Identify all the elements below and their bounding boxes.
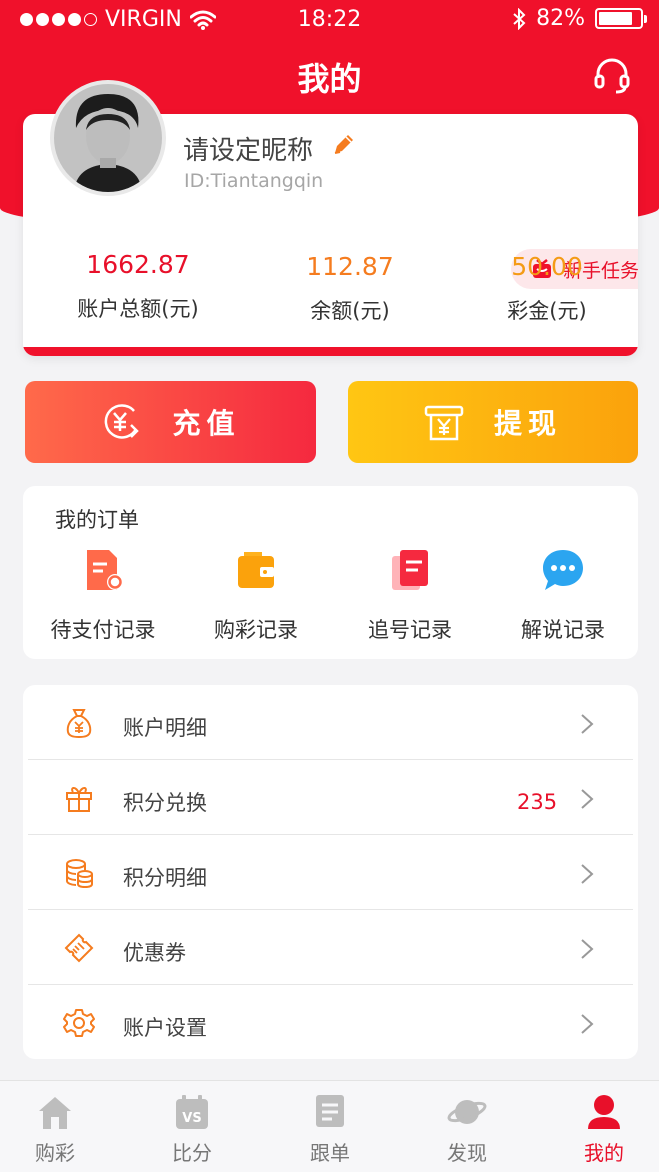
nickname[interactable]: 请设定昵称 [183, 130, 313, 167]
order-commentary-records[interactable]: 解说记录 [488, 546, 638, 644]
chevron-right-icon [581, 864, 594, 884]
card-accent-strip [23, 347, 638, 356]
user-id: ID:Tiantangqin [184, 170, 324, 192]
order-pending-payment[interactable]: 待支付记录 [28, 546, 178, 644]
yuan-coin-icon [105, 404, 140, 439]
tab-mine[interactable]: 我的 [559, 1093, 649, 1166]
orders-title: 我的订单 [55, 508, 139, 532]
avatar[interactable] [50, 80, 166, 196]
user-icon [588, 1095, 620, 1129]
menu-item-label: 积分明细 [123, 866, 207, 890]
gift-icon [66, 787, 92, 812]
order-item-label: 追号记录 [368, 618, 452, 642]
order-item-label: 待支付记录 [50, 618, 156, 642]
tab-label: 我的 [584, 1141, 624, 1165]
menu-item-points-exchange[interactable]: 积分兑换 235 [23, 760, 638, 835]
stat-value: 50.00 [511, 252, 583, 281]
stat-bonus: 50.00 彩金(元) [473, 252, 621, 325]
bluetooth-icon [513, 7, 526, 30]
tab-label: 购彩 [35, 1141, 75, 1165]
menu-list: 账户明细 积分兑换 235 积分明细 优惠券 账户设置 [23, 685, 638, 1059]
vs-calendar-icon: VS [176, 1095, 208, 1129]
coupon-icon [64, 933, 94, 963]
chevron-right-icon [581, 714, 594, 734]
menu-item-account-details[interactable]: 账户明细 [23, 685, 638, 760]
menu-item-coupons[interactable]: 优惠券 [23, 910, 638, 985]
chevron-right-icon [581, 789, 594, 809]
cash-withdraw-icon [424, 405, 464, 441]
order-item-label: 解说记录 [521, 618, 605, 642]
recharge-label: 充值 [172, 407, 241, 440]
status-bar: VIRGIN 18:22 82% [0, 0, 659, 40]
recharge-button[interactable]: 充值 [25, 381, 316, 463]
withdraw-label: 提现 [493, 407, 562, 440]
menu-item-label: 积分兑换 [123, 791, 207, 815]
tab-discover[interactable]: 发现 [422, 1093, 512, 1166]
withdraw-button[interactable]: 提现 [348, 381, 638, 463]
stat-label: 账户总额(元) [77, 297, 199, 321]
planet-icon [447, 1100, 487, 1124]
tab-scores[interactable]: VS 比分 [147, 1093, 237, 1166]
chase-number-icon [392, 550, 428, 590]
coins-icon [66, 859, 93, 889]
tab-follow[interactable]: 跟单 [285, 1093, 375, 1166]
tab-label: 比分 [172, 1141, 212, 1165]
menu-item-label: 账户明细 [123, 716, 207, 740]
battery-icon [595, 8, 647, 29]
stat-balance: 112.87 余额(元) [276, 252, 424, 325]
menu-item-account-settings[interactable]: 账户设置 [23, 985, 638, 1059]
order-item-label: 购彩记录 [214, 618, 298, 642]
stat-value: 1662.87 [86, 250, 190, 279]
pencil-edit-icon[interactable] [330, 132, 356, 158]
stat-total: 1662.87 账户总额(元) [53, 250, 223, 323]
pending-payment-icon [87, 550, 123, 590]
stat-value: 112.87 [306, 252, 394, 281]
menu-item-label: 优惠券 [123, 941, 186, 965]
tab-label: 发现 [447, 1141, 487, 1165]
wallet-icon [238, 552, 274, 588]
svg-text:VS: VS [182, 1111, 201, 1126]
document-icon [316, 1095, 344, 1127]
points-count: 235 [517, 790, 558, 814]
stat-label: 彩金(元) [507, 299, 587, 323]
stat-label: 余额(元) [310, 299, 390, 323]
tab-label: 跟单 [310, 1141, 350, 1165]
money-bag-icon [66, 709, 92, 739]
home-icon [39, 1097, 71, 1129]
battery-percent: 82% [536, 6, 585, 31]
order-chase-records[interactable]: 追号记录 [335, 546, 485, 644]
settings-gear-icon [63, 1009, 95, 1037]
tab-lottery[interactable]: 购彩 [10, 1093, 100, 1166]
bottom-tab-bar: 购彩 VS 比分 跟单 发现 我的 [0, 1080, 659, 1172]
menu-item-points-details[interactable]: 积分明细 [23, 835, 638, 910]
chevron-right-icon [581, 939, 594, 959]
headset-icon[interactable] [592, 56, 632, 96]
orders-card: 我的订单 待支付记录 购彩记录 追号记录 解说记录 [23, 486, 638, 659]
chat-bubble-icon [543, 550, 583, 590]
order-purchase-records[interactable]: 购彩记录 [181, 546, 331, 644]
menu-item-label: 账户设置 [123, 1016, 207, 1040]
chevron-right-icon [581, 1014, 594, 1034]
